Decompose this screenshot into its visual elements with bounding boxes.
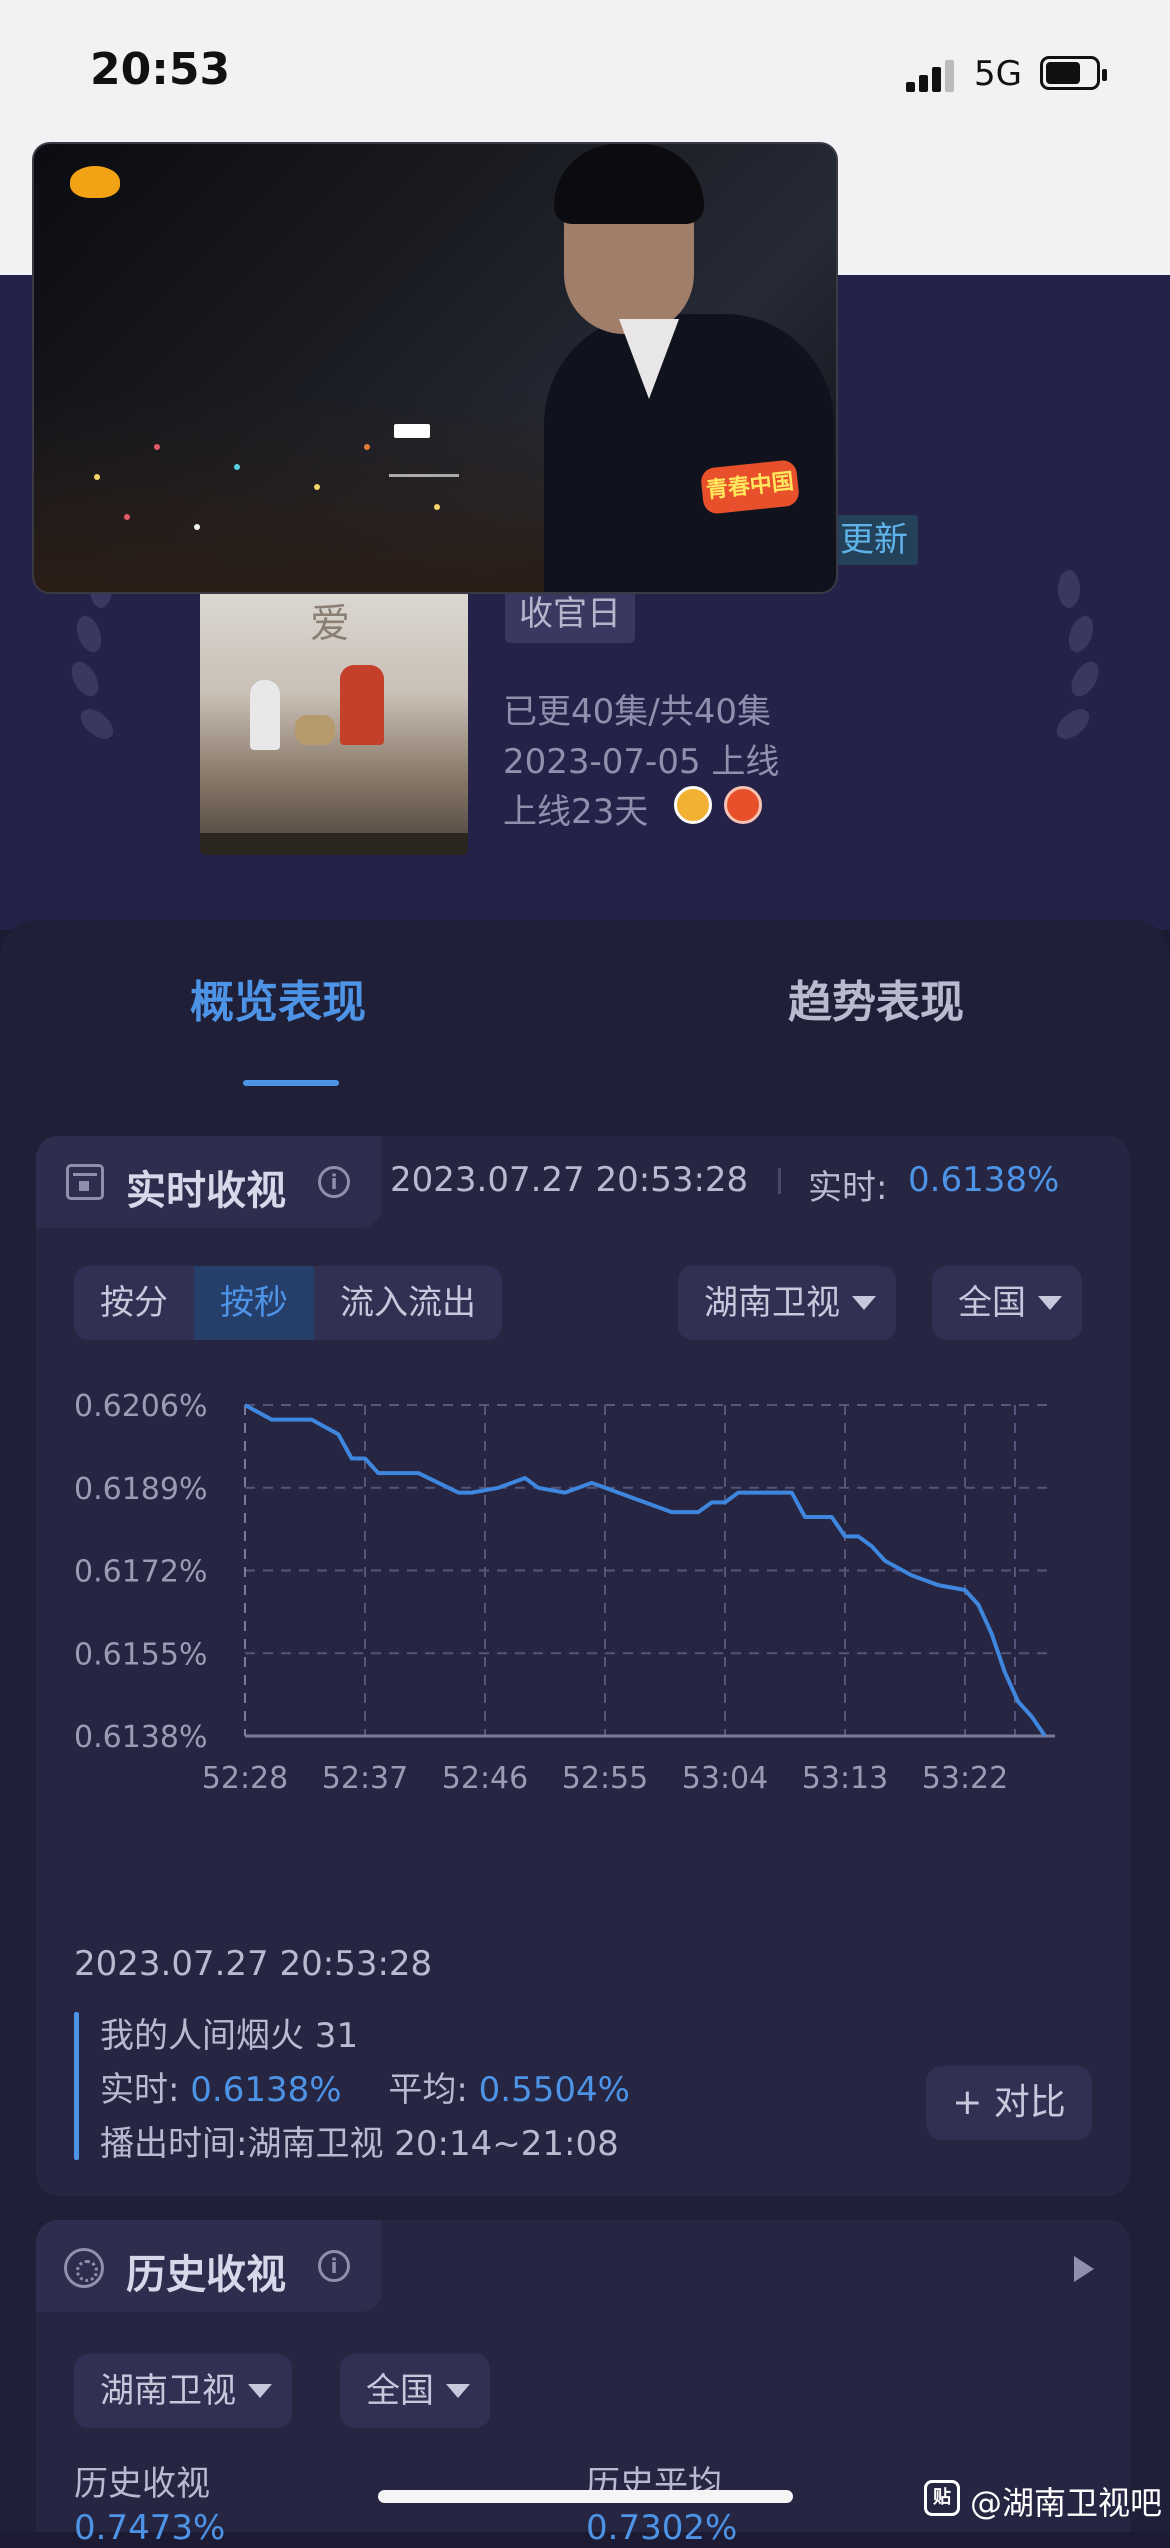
video-caption [394,424,430,438]
tab-overview[interactable]: 概览表现 [190,966,366,1030]
chevron-down-icon [852,1296,876,1310]
play-icon[interactable] [1074,2256,1094,2282]
y-tick-label: 0.6189% [74,1472,207,1507]
detail-timestamp: 2023.07.27 20:53:28 [74,1944,433,1984]
mango-logo-icon [70,166,120,198]
y-tick-label: 0.6155% [74,1637,207,1672]
watermark: @湖南卫视吧 [970,2484,1163,2522]
calendar-icon [66,1164,104,1200]
video-light [154,444,160,450]
y-tick-label: 0.6172% [74,1555,207,1590]
tieba-logo-icon: 贴 [924,2480,960,2516]
tab-underline [243,1080,339,1086]
poster-figure [295,715,335,745]
realtime-title: 实时收视 [126,1168,286,1214]
days-online: 上线23天 [503,792,649,832]
video-figure [544,314,834,592]
x-tick-label: 53:04 [682,1761,768,1796]
channel-dropdown-label: 湖南卫视 [704,1283,840,1323]
region-dropdown-label: 全国 [958,1283,1026,1323]
mode-by-minute[interactable]: 按分 [74,1266,194,1340]
history-region-dropdown[interactable]: 全国 [340,2354,490,2428]
detail-rt-label: 实时: [100,2070,180,2110]
video-light [94,474,100,480]
tab-trend[interactable]: 趋势表现 [788,966,964,1030]
poster-figure [250,680,280,750]
realtime-chart[interactable]: 0.6206% 0.6189% 0.6172% 0.6155% 0.6138% 52:28… [60,1380,1120,1900]
history-channel-dropdown[interactable]: 湖南卫视 [74,2354,292,2428]
mango-tv-icon [674,786,712,824]
detail-avg-value: 0.5504% [478,2070,630,2110]
y-tick-label: 0.6138% [74,1720,207,1755]
channel-dropdown[interactable]: 湖南卫视 [678,1266,896,1340]
signal-icon [906,58,960,92]
history-channel-label: 湖南卫视 [100,2371,236,2411]
x-tick-label: 52:37 [322,1761,408,1796]
history-average-value: 0.7302% [586,2508,738,2548]
realtime-timestamp: 2023.07.27 20:53:28 [390,1160,749,1200]
status-bar: 20:53 5G [0,0,1170,150]
y-tick-label: 0.6206% [74,1389,207,1424]
status-time: 20:53 [90,44,231,95]
x-tick-label: 52:46 [442,1761,528,1796]
detail-accent-bar [74,2012,79,2160]
region-dropdown[interactable]: 全国 [932,1266,1082,1340]
video-light [194,524,200,530]
history-region-label: 全国 [366,2371,434,2411]
compare-button[interactable]: + 对比 [926,2066,1092,2140]
chevron-down-icon [446,2384,470,2398]
history-title: 历史收视 [126,2252,286,2298]
laurel-right-icon [1030,560,1110,790]
battery-icon [1040,56,1107,90]
episode-count: 已更40集/共40集 [503,692,771,732]
info-icon[interactable]: i [318,2250,350,2282]
info-icon[interactable]: i [318,1166,350,1198]
hunan-tv-icon [724,786,762,824]
history-rating-label: 历史收视 [74,2464,210,2504]
realtime-card-header: 实时收视 i [36,1136,382,1228]
home-indicator[interactable] [378,2490,793,2503]
video-light [364,444,370,450]
detail-rating-line: 实时: 0.6138% 平均: 0.5504% [100,2062,630,2111]
video-light [124,514,130,520]
show-poster[interactable]: 爱 [200,585,468,855]
mode-flow[interactable]: 流入流出 [314,1266,502,1340]
x-tick-label: 53:13 [802,1761,888,1796]
network-type: 5G [974,54,1022,94]
video-light [234,464,240,470]
laurel-left-icon [60,560,140,790]
program-name: 我的人间烟火 31 [100,2016,359,2056]
realtime-value: 0.6138% [908,1160,1060,1200]
x-tick-label: 52:55 [562,1761,648,1796]
mode-by-second[interactable]: 按秒 [194,1266,314,1340]
video-player[interactable]: 青春中国 [32,142,838,594]
chevron-down-icon [1038,1296,1062,1310]
history-card-header: 历史收视 i [36,2220,382,2312]
poster-figure [340,665,384,745]
realtime-label: 实时: [808,1168,888,1208]
history-rating-value: 0.7473% [74,2508,226,2548]
detail-rt-value: 0.6138% [190,2070,342,2110]
divider [778,1168,781,1194]
mode-switch: 按分 按秒 流入流出 [74,1266,502,1340]
video-figure [554,144,704,224]
update-tag: 更新 [830,515,918,565]
x-tick-label: 53:22 [922,1761,1008,1796]
video-light [314,484,320,490]
video-scene [34,392,574,592]
video-light [434,504,440,510]
poster-strip [200,833,468,855]
detail-avg-label: 平均: [388,2070,468,2110]
x-tick-label: 52:28 [202,1761,288,1796]
premiere-date: 2023-07-05 上线 [503,742,780,782]
airtime: 播出时间:湖南卫视 20:14~21:08 [100,2124,619,2164]
video-progress[interactable] [389,474,459,477]
poster-title: 爱 [310,601,350,647]
chevron-down-icon [248,2384,272,2398]
film-reel-icon [64,2248,104,2288]
